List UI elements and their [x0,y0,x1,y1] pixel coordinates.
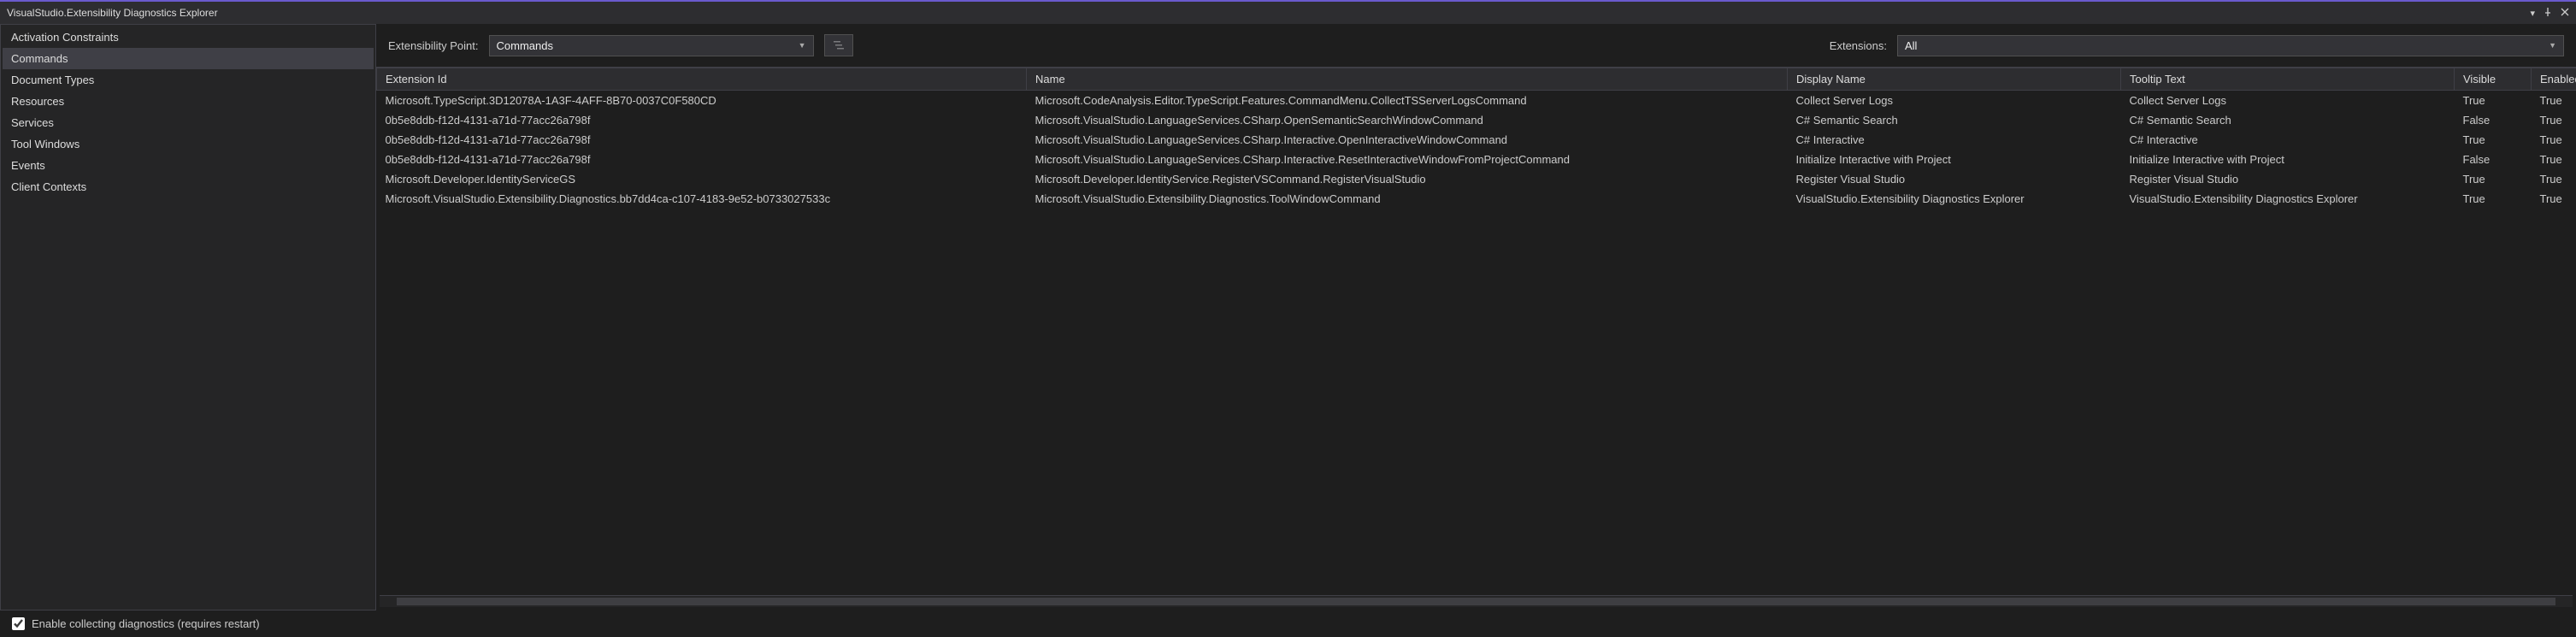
window-title: VisualStudio.Extensibility Diagnostics E… [7,7,218,19]
extensibility-point-dropdown[interactable]: Commands ▼ [489,35,814,56]
enable-diagnostics-label: Enable collecting diagnostics (requires … [32,617,260,630]
col-display-name[interactable]: Display Name [1788,68,2121,91]
sidebar-item-commands[interactable]: Commands [3,48,374,69]
cell-extension_id: Microsoft.Developer.IdentityServiceGS [377,169,1027,189]
cell-display: Collect Server Logs [1788,91,2121,111]
enable-diagnostics-checkbox[interactable] [12,617,25,630]
cell-name: Microsoft.VisualStudio.LanguageServices.… [1027,130,1788,150]
pin-icon[interactable] [2544,8,2552,19]
cell-name: Microsoft.VisualStudio.Extensibility.Dia… [1027,189,1788,209]
cell-tooltip: Initialize Interactive with Project [2121,150,2455,169]
cell-tooltip: Register Visual Studio [2121,169,2455,189]
commands-grid: Extension Id Name Display Name Tooltip T… [376,68,2576,209]
cell-enabled: True [2532,110,2576,130]
cell-enabled: True [2532,189,2576,209]
filters-row: Extensibility Point: Commands ▼ Extensio… [376,24,2576,67]
chevron-down-icon: ▼ [799,41,806,50]
cell-tooltip: Collect Server Logs [2121,91,2455,111]
table-row[interactable]: 0b5e8ddb-f12d-4131-a71d-77acc26a798fMicr… [377,150,2576,169]
cell-enabled: True [2532,130,2576,150]
horizontal-scrollbar[interactable] [380,595,2573,607]
cell-extension_id: Microsoft.TypeScript.3D12078A-1A3F-4AFF-… [377,91,1027,111]
cell-visible: True [2455,189,2532,209]
cell-visible: True [2455,169,2532,189]
scrollbar-thumb[interactable] [397,598,2555,605]
cell-name: Microsoft.CodeAnalysis.Editor.TypeScript… [1027,91,1788,111]
sidebar-item-document-types[interactable]: Document Types [3,69,374,91]
cell-extension_id: 0b5e8ddb-f12d-4131-a71d-77acc26a798f [377,110,1027,130]
cell-display: C# Semantic Search [1788,110,2121,130]
cell-tooltip: C# Interactive [2121,130,2455,150]
col-enabled[interactable]: Enabled [2532,68,2576,91]
col-name[interactable]: Name [1027,68,1788,91]
table-row[interactable]: 0b5e8ddb-f12d-4131-a71d-77acc26a798fMicr… [377,130,2576,150]
footer: Enable collecting diagnostics (requires … [0,610,2576,637]
cell-display: Register Visual Studio [1788,169,2121,189]
sidebar-item-events[interactable]: Events [3,155,374,176]
main-area: Activation ConstraintsCommandsDocument T… [0,24,2576,610]
cell-extension_id: 0b5e8ddb-f12d-4131-a71d-77acc26a798f [377,130,1027,150]
cell-extension_id: Microsoft.VisualStudio.Extensibility.Dia… [377,189,1027,209]
chevron-down-icon: ▼ [2549,41,2556,50]
sidebar-item-tool-windows[interactable]: Tool Windows [3,133,374,155]
cell-display: Initialize Interactive with Project [1788,150,2121,169]
cell-name: Microsoft.VisualStudio.LanguageServices.… [1027,110,1788,130]
cell-visible: True [2455,91,2532,111]
extensions-label: Extensions: [1830,39,1887,52]
sidebar-item-activation-constraints[interactable]: Activation Constraints [3,27,374,48]
col-tooltip-text[interactable]: Tooltip Text [2121,68,2455,91]
table-row[interactable]: Microsoft.VisualStudio.Extensibility.Dia… [377,189,2576,209]
col-extension-id[interactable]: Extension Id [377,68,1027,91]
sidebar-item-services[interactable]: Services [3,112,374,133]
table-row[interactable]: 0b5e8ddb-f12d-4131-a71d-77acc26a798fMicr… [377,110,2576,130]
grid-scroll-area[interactable]: Extension Id Name Display Name Tooltip T… [376,67,2576,595]
extensions-dropdown[interactable]: All ▼ [1897,35,2564,56]
titlebar: VisualStudio.Extensibility Diagnostics E… [0,2,2576,24]
cell-display: C# Interactive [1788,130,2121,150]
cell-tooltip: C# Semantic Search [2121,110,2455,130]
filter-action-button[interactable] [824,34,853,56]
extensions-value: All [1905,39,1917,52]
cell-name: Microsoft.VisualStudio.LanguageServices.… [1027,150,1788,169]
sidebar-item-client-contexts[interactable]: Client Contexts [3,176,374,198]
cell-extension_id: 0b5e8ddb-f12d-4131-a71d-77acc26a798f [377,150,1027,169]
cell-visible: False [2455,150,2532,169]
extensibility-point-label: Extensibility Point: [388,39,479,52]
cell-enabled: True [2532,91,2576,111]
grid-header-row: Extension Id Name Display Name Tooltip T… [377,68,2576,91]
cell-visible: False [2455,110,2532,130]
grid-body: Microsoft.TypeScript.3D12078A-1A3F-4AFF-… [377,91,2576,209]
cell-enabled: True [2532,150,2576,169]
cell-visible: True [2455,130,2532,150]
cell-name: Microsoft.Developer.IdentityService.Regi… [1027,169,1788,189]
cell-display: VisualStudio.Extensibility Diagnostics E… [1788,189,2121,209]
table-row[interactable]: Microsoft.TypeScript.3D12078A-1A3F-4AFF-… [377,91,2576,111]
content-area: Extensibility Point: Commands ▼ Extensio… [376,24,2576,610]
cell-enabled: True [2532,169,2576,189]
col-visible[interactable]: Visible [2455,68,2532,91]
sidebar-item-resources[interactable]: Resources [3,91,374,112]
diagnostics-explorer-window: VisualStudio.Extensibility Diagnostics E… [0,0,2576,637]
titlebar-controls: ▾ [2530,8,2569,19]
table-row[interactable]: Microsoft.Developer.IdentityServiceGSMic… [377,169,2576,189]
sidebar: Activation ConstraintsCommandsDocument T… [0,24,376,610]
extensibility-point-value: Commands [497,39,553,52]
close-icon[interactable] [2561,8,2569,19]
cell-tooltip: VisualStudio.Extensibility Diagnostics E… [2121,189,2455,209]
window-dropdown-icon[interactable]: ▾ [2530,8,2535,19]
